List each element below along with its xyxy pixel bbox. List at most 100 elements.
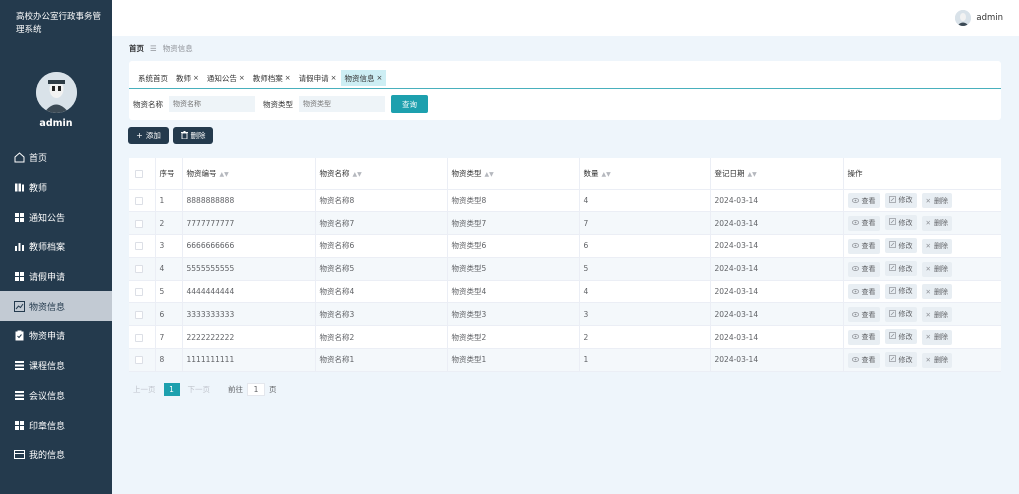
row-checkbox[interactable] xyxy=(135,310,143,319)
delete-button[interactable]: ✕ 删除 xyxy=(921,215,952,231)
delete-button[interactable]: ✕ 删除 xyxy=(921,284,952,300)
delete-button[interactable]: ✕ 删除 xyxy=(921,193,952,209)
sort-icon[interactable]: ▲▼ xyxy=(485,171,494,178)
close-icon[interactable]: × xyxy=(377,74,383,82)
select-all-checkbox[interactable] xyxy=(135,169,143,178)
close-icon[interactable]: × xyxy=(239,74,245,82)
table-row[interactable]: 5 4444444444 物资名称4 物资类型4 4 2024-03-14 查看 修改 ✕ 删除 xyxy=(129,280,1001,304)
view-button[interactable]: 查看 xyxy=(847,238,880,254)
sidebar-item[interactable]: 我的信息 xyxy=(0,440,112,470)
sidebar-menu: 首页 教师 通知公告 教师档案 请假申请 物资信息 物资申请 课程信息 会议信息 印章信息 我的信息 xyxy=(0,143,112,470)
cell-index: 7 xyxy=(155,325,183,350)
edit-button[interactable]: 修改 xyxy=(884,329,917,345)
sidebar-item[interactable]: 教师档案 xyxy=(0,232,112,262)
sidebar-item[interactable]: 教师 xyxy=(0,173,112,203)
table-row[interactable]: 1 8888888888 物资名称8 物资类型8 4 2024-03-14 查看 修改 ✕ 删除 xyxy=(129,189,1001,213)
edit-button[interactable]: 修改 xyxy=(884,283,917,299)
edit-button[interactable]: 修改 xyxy=(884,192,917,208)
column-header-code[interactable]: 物资编号 ▲▼ xyxy=(182,158,316,190)
row-checkbox[interactable] xyxy=(135,356,143,365)
cell-actions: 查看 修改 ✕ 删除 xyxy=(843,257,1001,281)
breadcrumb-home[interactable]: 首页 xyxy=(129,43,144,54)
sort-icon[interactable]: ▲▼ xyxy=(353,171,362,178)
sort-icon[interactable]: ▲▼ xyxy=(748,171,757,178)
batch-delete-button[interactable]: 删除 xyxy=(173,127,213,144)
cell-code: 5555555555 xyxy=(182,257,316,281)
cell-type: 物资类型2 xyxy=(447,325,580,350)
row-checkbox[interactable] xyxy=(135,265,143,274)
user-menu[interactable]: admin xyxy=(955,10,1003,26)
table-row[interactable]: 7 2222222222 物资名称2 物资类型2 2 2024-03-14 查看 修改 ✕ 删除 xyxy=(129,325,1001,350)
tag[interactable]: 物资信息 × xyxy=(340,70,387,86)
close-icon[interactable]: × xyxy=(285,74,291,82)
view-button[interactable]: 查看 xyxy=(847,193,880,209)
table-row[interactable]: 2 7777777777 物资名称7 物资类型7 7 2024-03-14 查看 修改 ✕ 删除 xyxy=(129,211,1001,236)
tag[interactable]: 教师档案 × xyxy=(249,70,295,86)
sidebar-item[interactable]: 课程信息 xyxy=(0,351,112,381)
column-header-index: 序号 xyxy=(159,168,175,178)
trend-chart-icon xyxy=(14,300,25,312)
delete-button[interactable]: ✕ 删除 xyxy=(921,352,952,368)
next-page-button[interactable]: 下一页 xyxy=(188,384,211,395)
edit-button[interactable]: 修改 xyxy=(884,352,917,368)
tag[interactable]: 教师 × xyxy=(172,70,203,86)
column-header-type[interactable]: 物资类型 ▲▼ xyxy=(447,158,580,190)
type-filter-input[interactable] xyxy=(299,96,385,112)
delete-button[interactable]: ✕ 删除 xyxy=(921,238,952,254)
sort-icon[interactable]: ▲▼ xyxy=(220,171,229,178)
row-checkbox[interactable] xyxy=(135,333,143,342)
edit-button[interactable]: 修改 xyxy=(884,261,917,277)
search-button[interactable]: 查询 xyxy=(391,95,428,113)
view-button[interactable]: 查看 xyxy=(847,307,880,323)
cell-date: 2024-03-14 xyxy=(710,348,844,372)
delete-button[interactable]: ✕ 删除 xyxy=(921,307,952,323)
table-row[interactable]: 6 3333333333 物资名称3 物资类型3 3 2024-03-14 查看 修改 ✕ 删除 xyxy=(129,302,1001,327)
table-row[interactable]: 3 6666666666 物资名称6 物资类型6 6 2024-03-14 查看 修改 ✕ 删除 xyxy=(129,234,1001,258)
tag[interactable]: 请假申请 × xyxy=(295,70,341,86)
delete-button[interactable]: ✕ 删除 xyxy=(921,329,952,345)
page-number-current[interactable]: 1 xyxy=(163,383,180,396)
view-button[interactable]: 查看 xyxy=(847,352,880,368)
edit-button[interactable]: 修改 xyxy=(884,215,917,231)
sort-icon[interactable]: ▲▼ xyxy=(602,171,611,178)
edit-icon xyxy=(888,286,896,296)
table-row[interactable]: 4 5555555555 物资名称5 物资类型5 5 2024-03-14 查看 修改 ✕ 删除 xyxy=(129,257,1001,281)
view-button[interactable]: 查看 xyxy=(847,215,880,231)
sidebar-item[interactable]: 请假申请 xyxy=(0,262,112,292)
edit-button[interactable]: 修改 xyxy=(884,238,917,254)
pagination: 上一页 1 下一页 前往 1 页 xyxy=(133,383,277,396)
row-checkbox[interactable] xyxy=(135,242,143,251)
close-icon[interactable]: × xyxy=(193,74,199,82)
tag[interactable]: 通知公告 × xyxy=(203,70,249,86)
column-header-date[interactable]: 登记日期 ▲▼ xyxy=(710,158,844,190)
view-button[interactable]: 查看 xyxy=(847,261,880,277)
close-icon[interactable]: × xyxy=(331,74,337,82)
view-button[interactable]: 查看 xyxy=(847,284,880,300)
row-checkbox[interactable] xyxy=(135,196,143,205)
table-row[interactable]: 8 1111111111 物资名称1 物资类型1 1 2024-03-14 查看 修改 ✕ 删除 xyxy=(129,348,1001,372)
close-icon: ✕ xyxy=(925,333,931,342)
goto-page-input[interactable]: 1 xyxy=(247,383,265,396)
sidebar-item[interactable]: 会议信息 xyxy=(0,381,112,411)
sidebar-item[interactable]: 印章信息 xyxy=(0,410,112,440)
cell-qty: 5 xyxy=(579,257,711,281)
row-checkbox[interactable] xyxy=(135,219,143,228)
view-button[interactable]: 查看 xyxy=(847,329,880,345)
cell-actions: 查看 修改 ✕ 删除 xyxy=(843,348,1001,372)
column-header-name[interactable]: 物资名称 ▲▼ xyxy=(315,158,448,190)
sidebar-item[interactable]: 物资信息 xyxy=(0,291,112,322)
delete-button[interactable]: ✕ 删除 xyxy=(921,261,952,277)
tag[interactable]: 系统首页 xyxy=(134,70,172,86)
cell-code: 1111111111 xyxy=(182,348,316,372)
sidebar-item[interactable]: 物资申请 xyxy=(0,321,112,351)
prev-page-button[interactable]: 上一页 xyxy=(133,384,156,395)
name-filter-input[interactable] xyxy=(169,96,255,112)
column-header-qty[interactable]: 数量 ▲▼ xyxy=(579,158,711,190)
sidebar-item[interactable]: 通知公告 xyxy=(0,202,112,232)
add-button[interactable]: + 添加 xyxy=(128,127,169,144)
sidebar-item[interactable]: 首页 xyxy=(0,143,112,173)
close-icon: ✕ xyxy=(925,242,931,251)
row-checkbox[interactable] xyxy=(135,288,143,297)
edit-button[interactable]: 修改 xyxy=(884,306,917,322)
close-icon: ✕ xyxy=(925,196,931,205)
